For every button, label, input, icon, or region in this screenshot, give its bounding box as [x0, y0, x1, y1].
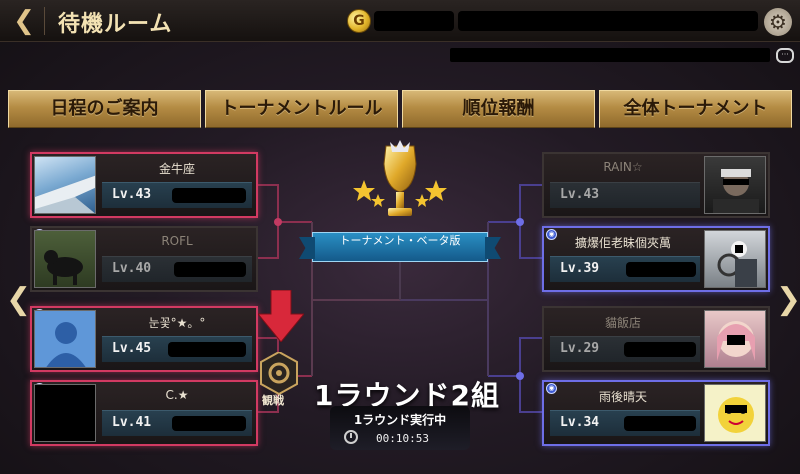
player-avatar	[34, 384, 96, 442]
player-avatar	[34, 230, 96, 288]
player-level-bar: Lv.45	[102, 336, 252, 362]
player-level-bar: Lv.40	[102, 256, 252, 282]
player-level-bar: Lv.43	[550, 182, 700, 208]
player-avatar	[704, 310, 766, 368]
player-card-right-3[interactable]: 貓飯店 Lv.29	[542, 306, 770, 372]
clock-icon	[344, 430, 358, 444]
player-name: RAIN☆	[603, 160, 643, 174]
player-name: ROFL	[161, 234, 193, 248]
player-avatar	[704, 156, 766, 214]
round-status: 1ラウンド実行中	[353, 413, 447, 427]
player-avatar	[704, 384, 766, 442]
player-name: 金牛座	[158, 162, 195, 176]
player-level-bar: Lv.43	[102, 182, 252, 208]
player-avatar	[704, 230, 766, 288]
redacted-info	[168, 342, 246, 357]
player-level-bar: Lv.34	[550, 410, 700, 436]
player-card-right-1[interactable]: RAIN☆ Lv.43	[542, 152, 770, 218]
prev-page-arrow[interactable]: ❮	[6, 282, 31, 317]
player-name: 擴爆佢老昧個夾萬	[574, 236, 671, 250]
player-level-bar: Lv.41	[102, 410, 252, 436]
player-name: 눈꽃°★。°	[148, 316, 206, 330]
trophy-icon	[353, 140, 447, 216]
player-card-left-1[interactable]: 金牛座 Lv.43	[30, 152, 258, 218]
player-level: Lv.40	[112, 261, 152, 276]
player-level: Lv.29	[560, 341, 600, 356]
next-page-arrow[interactable]: ❯	[776, 282, 800, 317]
spectate-label[interactable]: 観戦	[262, 392, 284, 408]
player-level: Lv.41	[112, 415, 152, 430]
redacted-info	[172, 416, 246, 431]
anime-girl-photo-icon	[717, 321, 755, 361]
round-status-box: 1ラウンド実行中 00:10:53	[330, 406, 470, 450]
chevron-left-icon: ❮	[6, 282, 32, 317]
redacted-info	[626, 262, 696, 277]
player-card-right-2[interactable]: ◉ 擴爆佢老昧個夾萬 Lv.39	[542, 226, 770, 292]
player-level: Lv.45	[112, 341, 152, 356]
player-level: Lv.43	[112, 187, 152, 202]
default-user-avatar-icon	[46, 322, 86, 367]
player-avatar	[34, 156, 96, 214]
round-timer: 00:10:53	[376, 432, 429, 445]
down-arrow-icon	[258, 290, 304, 342]
player-name: 貓飯店	[604, 316, 641, 330]
player-card-left-4[interactable]: ◉ C.★ Lv.41	[30, 380, 258, 446]
player-level-bar: Lv.29	[550, 336, 700, 362]
player-level-bar: Lv.39	[550, 256, 700, 282]
chevron-right-icon: ❯	[776, 282, 800, 317]
dog-photo-icon	[44, 250, 83, 285]
player-card-left-2[interactable]: ◉ ROFL Lv.40	[30, 226, 258, 292]
person-with-cap-photo-icon	[713, 169, 759, 213]
airplane-wing-photo-icon	[35, 175, 95, 213]
redacted-info	[624, 342, 696, 357]
player-avatar	[34, 310, 96, 368]
player-card-right-4[interactable]: ◉ 雨後晴天 Lv.34	[542, 380, 770, 446]
cartoon-character-photo-icon	[718, 397, 754, 433]
driver-photo-icon	[717, 241, 757, 287]
player-level: Lv.34	[560, 415, 600, 430]
player-name: C.★	[165, 388, 189, 402]
redacted-info	[624, 416, 696, 431]
player-name: 雨後晴天	[598, 390, 647, 404]
player-level: Lv.43	[560, 187, 600, 202]
tournament-banner: トーナメント・ベータ版	[312, 232, 488, 262]
redacted-info	[172, 188, 246, 203]
player-card-left-3[interactable]: ◉ 눈꽃°★。° Lv.45	[30, 306, 258, 372]
player-level: Lv.39	[560, 261, 600, 276]
redacted-info	[174, 262, 246, 277]
